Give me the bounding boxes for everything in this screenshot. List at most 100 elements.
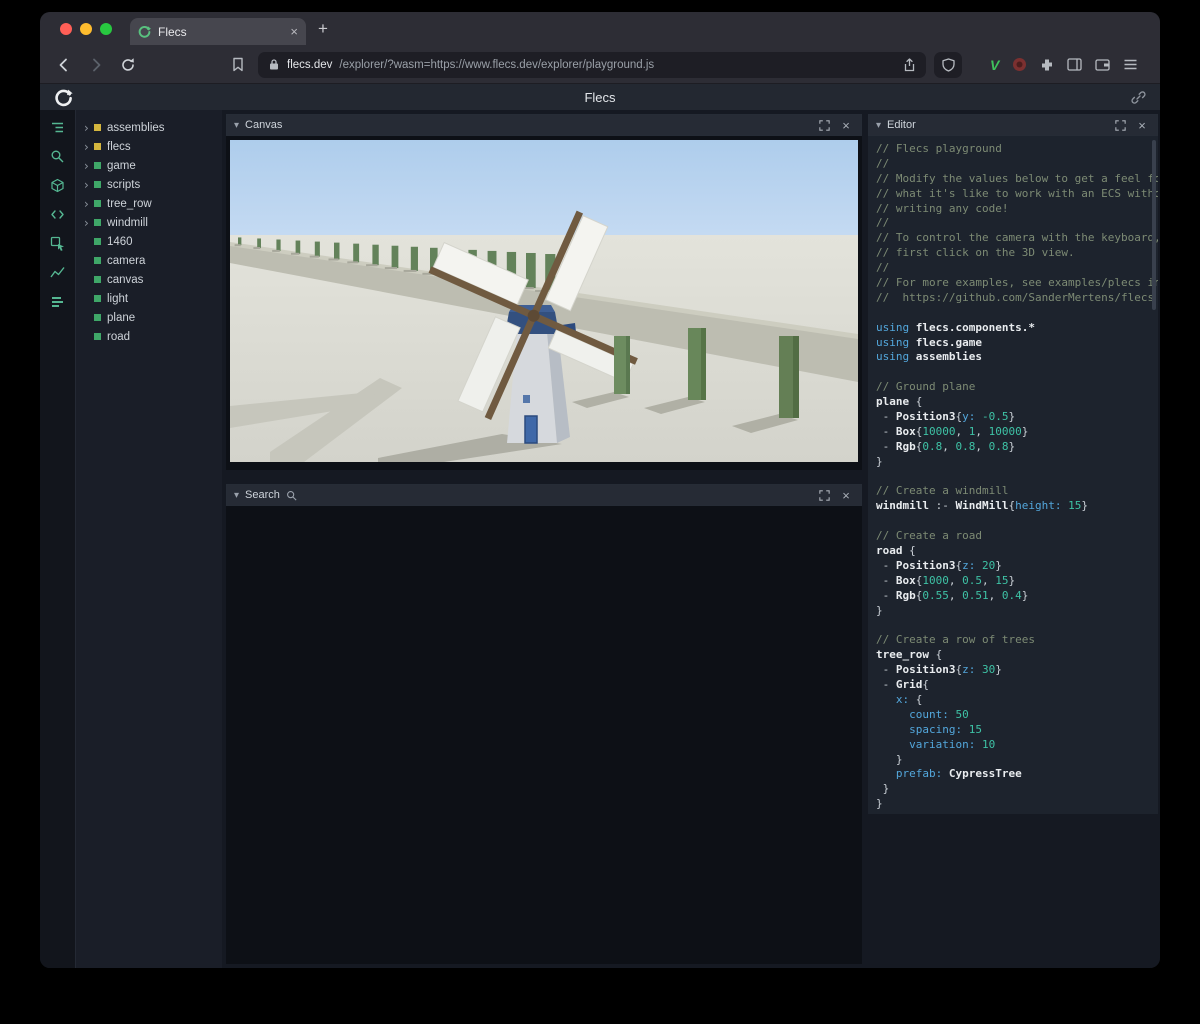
close-panel-icon[interactable]: × (1134, 118, 1150, 132)
code-line: road { (876, 544, 916, 558)
browser-window: Flecs × + flecs.dev/explorer/?wasm=https… (40, 12, 1160, 968)
code-line: // Create a road (876, 529, 982, 543)
chevron-down-icon[interactable]: ▾ (234, 120, 239, 131)
share-link-icon[interactable] (1131, 90, 1146, 105)
code-line: prefab: CypressTree (895, 767, 1022, 781)
wallet-icon[interactable] (1095, 58, 1110, 71)
chevron-down-icon[interactable]: ▾ (234, 490, 239, 501)
red-extension-icon[interactable] (1012, 57, 1027, 72)
canvas-panel-title: Canvas (245, 119, 283, 131)
code-line: // Create a row of trees (876, 633, 1035, 647)
code-line: // (876, 156, 890, 170)
expand-arrow-icon[interactable]: › (84, 122, 94, 134)
close-panel-icon[interactable]: × (838, 488, 854, 502)
expand-panel-icon[interactable] (816, 488, 832, 502)
editor-code[interactable]: // Flecs playground//// Modify the value… (876, 142, 1158, 812)
zoom-window-button[interactable] (100, 23, 112, 35)
search-panel-header[interactable]: ▾ Search × (226, 484, 862, 506)
code-line: } (876, 782, 890, 796)
tree-item-windmill[interactable]: › windmill (76, 213, 222, 232)
code-editor[interactable]: // Flecs playground//// Modify the value… (868, 136, 1158, 814)
search-panel: ▾ Search × (226, 484, 862, 964)
tree-item-scripts[interactable]: › scripts (76, 175, 222, 194)
center-column: ▾ Canvas × ▾ Search × (222, 110, 866, 968)
bookmark-icon[interactable] (226, 53, 250, 77)
tab-close-icon[interactable]: × (290, 24, 298, 39)
expand-arrow-icon[interactable]: › (84, 141, 94, 153)
expand-panel-icon[interactable] (1112, 118, 1128, 132)
chevron-down-icon[interactable]: ▾ (876, 120, 881, 131)
expand-arrow-icon[interactable]: › (84, 179, 94, 191)
tree-item-assemblies[interactable]: › assemblies (76, 118, 222, 137)
expand-panel-icon[interactable] (816, 118, 832, 132)
code-line: } (876, 797, 883, 811)
code-line: using flecs.components.* (876, 320, 1035, 334)
package-icon[interactable] (47, 177, 69, 195)
code-line: // (876, 261, 890, 275)
entity-tree-icon[interactable] (47, 119, 69, 137)
app-body: › assemblies › flecs › game › scripts › tree_row ›… (40, 110, 1160, 968)
minimize-window-button[interactable] (80, 23, 92, 35)
expand-arrow-icon[interactable]: › (84, 198, 94, 210)
editor-panel-header[interactable]: ▾ Editor × (868, 114, 1158, 136)
code-line: using flecs.game (876, 335, 982, 349)
code-line: plane { (876, 395, 923, 409)
code-line: - Box{1000, 0.5, 15} (876, 573, 1016, 587)
tree-item-tree_row[interactable]: › tree_row (76, 194, 222, 213)
extensions-puzzle-icon[interactable] (1040, 58, 1054, 72)
code-line: - Position3{y: -0.5} (876, 410, 1016, 424)
tree-item-road[interactable]: road (76, 327, 222, 346)
address-bar[interactable]: flecs.dev/explorer/?wasm=https://www.fle… (258, 51, 926, 78)
canvas-3d-viewport[interactable] (226, 136, 862, 470)
entity-label: canvas (107, 273, 144, 286)
expand-arrow-icon[interactable]: › (84, 217, 94, 229)
menu-icon[interactable] (1123, 58, 1138, 71)
close-panel-icon[interactable]: × (838, 118, 854, 132)
code-line: - Position3{z: 30} (876, 663, 1002, 677)
browser-tab-flecs[interactable]: Flecs × (130, 18, 306, 45)
tree-item-camera[interactable]: camera (76, 251, 222, 270)
entity-color-square (94, 238, 101, 245)
tree-item-canvas[interactable]: canvas (76, 270, 222, 289)
code-icon[interactable] (47, 206, 69, 224)
navigation-bar: flecs.dev/explorer/?wasm=https://www.fle… (40, 46, 1160, 84)
expand-arrow-icon[interactable]: › (84, 160, 94, 172)
code-line: // To control the camera with the keyboa… (876, 231, 1158, 245)
reload-button[interactable] (116, 53, 140, 77)
entity-color-square (94, 219, 101, 226)
editor-scrollbar[interactable] (1152, 140, 1156, 310)
search-icon[interactable] (47, 148, 69, 166)
search-results-area[interactable] (226, 506, 862, 964)
sidebar-toggle-icon[interactable] (1067, 58, 1082, 71)
tab-title: Flecs (158, 24, 187, 39)
forward-button[interactable] (84, 53, 108, 77)
flecs-favicon-icon (138, 25, 151, 38)
entity-label: game (107, 159, 136, 172)
code-line: } (876, 603, 883, 617)
chart-icon[interactable] (47, 264, 69, 282)
entity-color-square (94, 257, 101, 264)
entity-label: assemblies (107, 121, 165, 134)
entity-label: 1460 (107, 235, 133, 248)
entity-color-square (94, 162, 101, 169)
tree-item-flecs[interactable]: › flecs (76, 137, 222, 156)
back-button[interactable] (52, 53, 76, 77)
tree-item-light[interactable]: light (76, 289, 222, 308)
app-header: Flecs (40, 84, 1160, 110)
new-tab-button[interactable]: + (318, 19, 328, 39)
canvas-panel-header[interactable]: ▾ Canvas × (226, 114, 862, 136)
tree-item-1460[interactable]: 1460 (76, 232, 222, 251)
brave-shield-button[interactable] (934, 51, 962, 78)
close-window-button[interactable] (60, 23, 72, 35)
tree-item-game[interactable]: › game (76, 156, 222, 175)
entity-label: tree_row (107, 197, 152, 210)
stats-icon[interactable] (47, 293, 69, 311)
vpn-extension-icon[interactable]: V (990, 57, 999, 73)
toolbar-extensions: V (990, 57, 1138, 73)
tree-item-plane[interactable]: plane (76, 308, 222, 327)
inspect-icon[interactable] (47, 235, 69, 253)
code-line: // what it's like to work with an ECS wi… (876, 186, 1158, 200)
code-line: } (876, 454, 883, 468)
share-icon[interactable] (903, 57, 916, 72)
